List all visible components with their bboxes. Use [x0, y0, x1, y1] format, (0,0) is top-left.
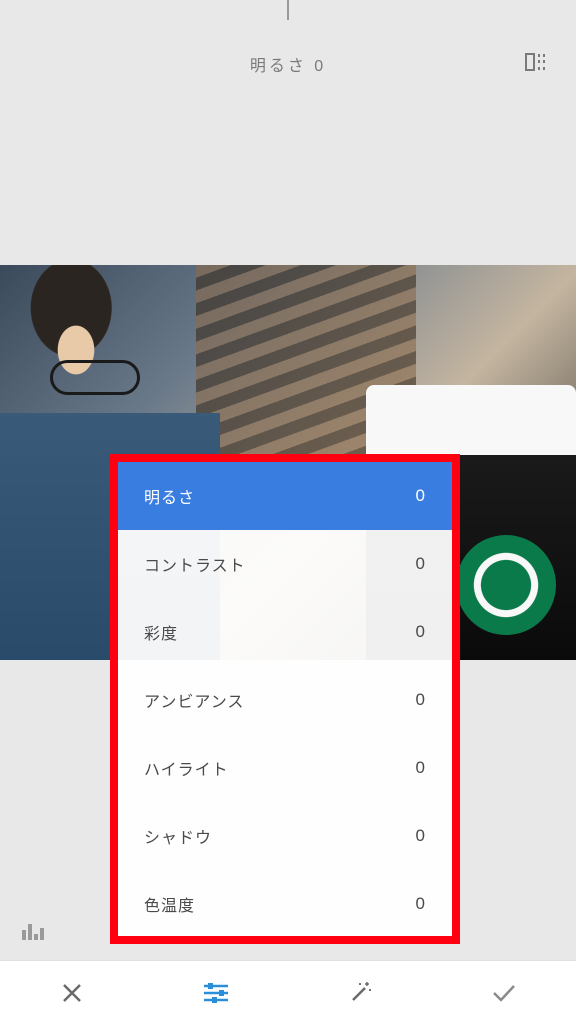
adjustment-highlights[interactable]: ハイライト 0	[118, 734, 452, 802]
tune-button[interactable]	[186, 963, 246, 1023]
confirm-button[interactable]	[474, 963, 534, 1023]
adjustment-label: 色温度	[144, 892, 195, 916]
histogram-icon	[21, 920, 47, 940]
cancel-button[interactable]	[42, 963, 102, 1023]
magic-wand-icon	[347, 980, 373, 1006]
auto-button[interactable]	[330, 963, 390, 1023]
histogram-button[interactable]	[16, 912, 52, 948]
adjustment-warmth[interactable]: 色温度 0	[118, 870, 452, 938]
compare-button[interactable]	[518, 44, 554, 80]
adjustment-label: コントラスト	[144, 552, 246, 576]
current-adjustment-value: 0	[314, 58, 326, 75]
adjustment-shadows[interactable]: シャドウ 0	[118, 802, 452, 870]
adjustment-contrast[interactable]: コントラスト 0	[118, 530, 452, 598]
adjustment-value: 0	[416, 894, 426, 914]
current-adjustment-label: 明るさ	[250, 58, 307, 75]
adjustment-saturation[interactable]: 彩度 0	[118, 598, 452, 666]
close-icon	[60, 981, 84, 1005]
adjustment-brightness[interactable]: 明るさ 0	[118, 462, 452, 530]
adjustment-ambiance[interactable]: アンビアンス 0	[118, 666, 452, 734]
adjustment-value: 0	[416, 690, 426, 710]
adjustment-label: シャドウ	[144, 824, 212, 848]
compare-icon	[523, 49, 549, 75]
adjustment-panel: 明るさ 0 コントラスト 0 彩度 0 アンビアンス 0 ハイライト 0 シャド…	[118, 462, 452, 938]
status-bar-notch	[287, 0, 289, 20]
adjustment-value: 0	[416, 758, 426, 778]
adjustment-value: 0	[416, 554, 426, 574]
sliders-icon	[202, 981, 230, 1005]
adjustment-label: 彩度	[144, 620, 178, 644]
adjustment-label: ハイライト	[144, 756, 229, 780]
header-title: 明るさ 0	[250, 52, 326, 76]
adjustment-value: 0	[416, 622, 426, 642]
header: 明るさ 0	[0, 44, 576, 84]
photo-detail	[50, 360, 140, 395]
check-icon	[490, 981, 518, 1005]
adjustment-label: アンビアンス	[144, 688, 244, 712]
adjustment-label: 明るさ	[144, 484, 195, 508]
adjustment-value: 0	[416, 486, 426, 506]
adjustment-value: 0	[416, 826, 426, 846]
bottom-toolbar	[0, 960, 576, 1024]
